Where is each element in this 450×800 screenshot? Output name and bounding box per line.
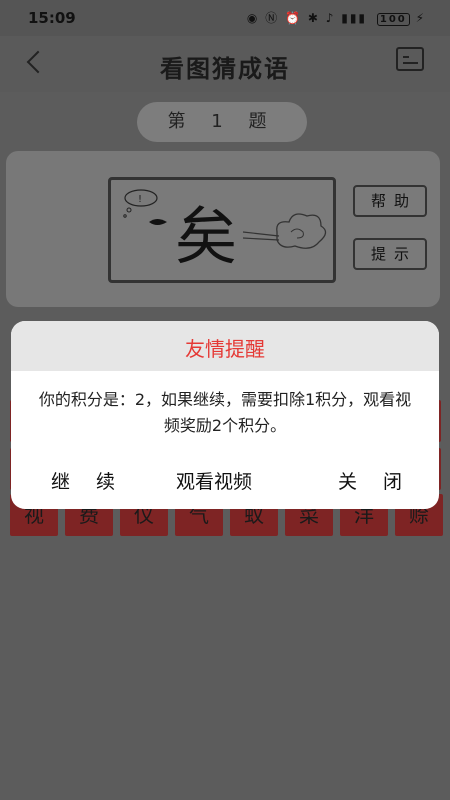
dialog-message: 你的积分是：2，如果继续，需要扣除1积分，观看视频奖励2个积分。 (38, 390, 412, 435)
bluetooth-icon: ✱ (307, 11, 320, 25)
continue-button[interactable]: 继 续 (51, 467, 125, 494)
charging-icon: ⚡ (415, 11, 426, 25)
svg-text:!: ! (138, 194, 142, 205)
reminder-dialog: 友情提醒 你的积分是：2，如果继续，需要扣除1积分，观看视频奖励2个积分。 继 … (11, 321, 439, 509)
title-bar: 看图猜成语 (0, 36, 450, 92)
puzzle-character: 矣 (175, 200, 237, 273)
question-number-badge: 第 1 题 (137, 102, 307, 142)
help-button[interactable]: 帮助 (353, 185, 427, 217)
battery-icon: 100 (376, 13, 410, 26)
puzzle-drawing: ! 矣 (123, 189, 327, 273)
nfc-icon: Ⓝ (265, 11, 280, 25)
hint-button[interactable]: 提示 (353, 238, 427, 270)
status-time: 15:09 (28, 9, 76, 27)
eye-icon: ◉ (246, 11, 260, 25)
menu-card-icon[interactable] (396, 47, 424, 71)
puzzle-image: ! 矣 (108, 177, 336, 283)
watch-video-button[interactable]: 观看视频 (176, 467, 252, 494)
dialog-title: 友情提醒 (11, 321, 439, 371)
status-icons: ◉ Ⓝ ⏰ ✱ ♪ ▮▮▮ 100 ⚡ (247, 9, 426, 26)
page-title: 看图猜成语 (160, 55, 290, 83)
signal-icon: ▮▮▮ (341, 11, 368, 25)
close-button[interactable]: 关 闭 (338, 467, 412, 494)
alarm-icon: ⏰ (285, 11, 302, 25)
mute-icon: ♪ (325, 11, 336, 25)
status-bar: 15:09 ◉ Ⓝ ⏰ ✱ ♪ ▮▮▮ 100 ⚡ (0, 0, 450, 36)
